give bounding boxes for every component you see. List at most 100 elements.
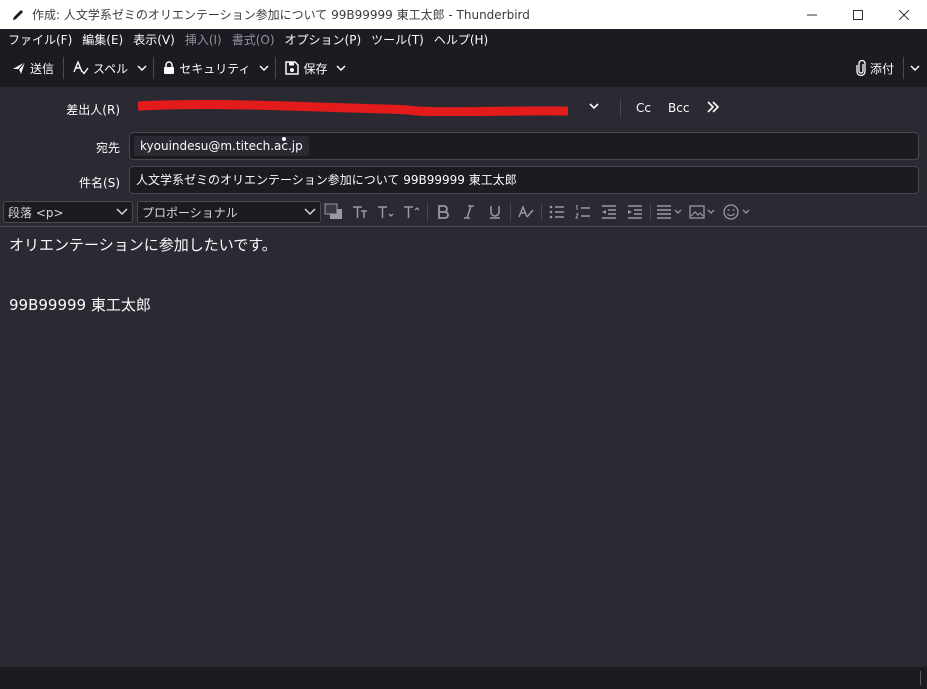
chevron-down-icon: [589, 103, 599, 110]
redaction-scribble: [135, 99, 571, 117]
toolbar-separator: [275, 57, 277, 79]
body-line: オリエンテーションに参加したいです。: [9, 236, 277, 254]
underline-button[interactable]: [482, 201, 508, 223]
font-larger-button[interactable]: [399, 201, 425, 223]
save-button[interactable]: 保存: [279, 54, 333, 82]
format-separator: [650, 203, 651, 221]
underline-icon: [490, 206, 500, 219]
bold-icon: [438, 205, 449, 219]
message-headers: 差出人(R) Cc Bcc 宛先 kyouindesu@m.titech.ac.…: [0, 88, 927, 198]
attach-dropdown[interactable]: [907, 54, 923, 82]
format-separator: [510, 203, 511, 221]
minimize-icon: [807, 14, 817, 15]
numbered-list-button[interactable]: [570, 201, 596, 223]
security-button[interactable]: セキュリティ: [157, 54, 256, 82]
subject-input[interactable]: 人文学系ゼミのオリエンテーション参加について 99B99999 東工太郎: [129, 166, 919, 194]
menu-file[interactable]: ファイル(F): [3, 31, 77, 48]
font-smaller-button[interactable]: [373, 201, 399, 223]
toolbar-right-group: 添付: [850, 49, 927, 87]
to-label: 宛先: [95, 141, 120, 155]
align-icon: [657, 205, 682, 219]
close-button[interactable]: [881, 0, 927, 29]
menu-format[interactable]: 書式(O): [227, 31, 280, 48]
attach-button[interactable]: 添付: [850, 54, 900, 82]
outdent-icon: [602, 205, 616, 219]
menu-help[interactable]: ヘルプ(H): [429, 31, 493, 48]
numbered-list-icon: [575, 205, 590, 219]
indent-button[interactable]: [622, 201, 648, 223]
save-icon: [285, 61, 300, 75]
window-title: 作成: 人文学系ゼミのオリエンテーション参加について 99B99999 東工太郎…: [32, 8, 530, 22]
save-dropdown[interactable]: [333, 54, 349, 82]
from-identity-select[interactable]: [135, 99, 571, 117]
font-larger-icon: [404, 206, 420, 218]
body-line: 99B99999 東工太郎: [9, 296, 151, 314]
alignment-button[interactable]: [653, 201, 687, 223]
security-dropdown[interactable]: [256, 54, 272, 82]
status-bar-divider: [920, 671, 921, 685]
to-field[interactable]: kyouindesu@m.titech.ac.jp: [129, 132, 919, 160]
format-toolbar: 段落 <p> プロポーショナル: [0, 198, 927, 226]
menu-options[interactable]: オプション(P): [280, 31, 367, 48]
font-value: プロポーショナル: [142, 205, 238, 220]
outdent-button[interactable]: [596, 201, 622, 223]
color-swatch-icon: [324, 203, 342, 219]
font-size-reset-button[interactable]: [347, 201, 373, 223]
text-color-button[interactable]: [321, 201, 347, 223]
status-bar: [0, 667, 927, 689]
compose-window: 作成: 人文学系ゼミのオリエンテーション参加について 99B99999 東工太郎…: [0, 0, 927, 689]
menu-insert[interactable]: 挿入(I): [180, 31, 227, 48]
recipient-indicator-dot: [282, 137, 286, 141]
window-controls: [789, 0, 927, 29]
send-label: 送信: [30, 61, 55, 76]
bold-button[interactable]: [430, 201, 456, 223]
security-label: セキュリティ: [179, 61, 251, 76]
spell-label: スペル: [93, 61, 129, 76]
from-label: 差出人(R): [66, 103, 120, 117]
double-chevron-right-icon: [707, 101, 720, 113]
maximize-icon: [853, 9, 863, 20]
chevron-down-icon: [304, 208, 316, 216]
menu-view[interactable]: 表示(V): [128, 31, 180, 48]
font-select[interactable]: プロポーショナル: [137, 201, 321, 223]
subject-label: 件名(S): [79, 176, 120, 190]
indent-icon: [628, 205, 642, 219]
menu-tools[interactable]: ツール(T): [366, 31, 429, 48]
maximize-button[interactable]: [835, 0, 881, 29]
chevron-down-icon: [910, 65, 920, 71]
spell-dropdown[interactable]: [134, 54, 150, 82]
pencil-icon: [10, 7, 26, 23]
toolbar-separator: [153, 57, 155, 79]
spellcheck-icon: [73, 61, 89, 75]
paragraph-format-value: 段落 <p>: [8, 205, 64, 220]
italic-button[interactable]: [456, 201, 482, 223]
minimize-button[interactable]: [789, 0, 835, 29]
chevron-down-icon: [336, 65, 347, 71]
menu-bar: ファイル(F) 編集(E) 表示(V) 挿入(I) 書式(O) オプション(P)…: [0, 29, 927, 49]
title-bar: 作成: 人文学系ゼミのオリエンテーション参加について 99B99999 東工太郎…: [0, 0, 927, 29]
smiley-icon: [723, 204, 750, 220]
text-style-button[interactable]: [513, 201, 539, 223]
format-separator: [541, 203, 542, 221]
insert-image-button[interactable]: [687, 201, 721, 223]
insert-emoji-button[interactable]: [721, 201, 755, 223]
cc-button[interactable]: Cc: [636, 101, 651, 115]
from-dropdown[interactable]: [588, 100, 600, 115]
bcc-button[interactable]: Bcc: [668, 101, 689, 115]
send-button[interactable]: 送信: [6, 54, 60, 82]
bulleted-list-button[interactable]: [544, 201, 570, 223]
format-separator: [427, 203, 428, 221]
italic-icon: [464, 205, 474, 219]
toolbar-separator: [63, 57, 65, 79]
lock-icon: [164, 61, 175, 74]
message-body-editor[interactable]: オリエンテーションに参加したいです。 99B99999 東工太郎: [0, 227, 927, 667]
spell-button[interactable]: スペル: [67, 54, 134, 82]
body-line: [9, 275, 918, 295]
header-separator: [620, 99, 621, 117]
image-icon: [689, 205, 715, 219]
paperclip-icon: [856, 60, 866, 76]
menu-edit[interactable]: 編集(E): [77, 31, 128, 48]
paragraph-format-select[interactable]: 段落 <p>: [3, 201, 133, 223]
more-recipients-button[interactable]: [706, 100, 720, 117]
attach-label: 添付: [869, 61, 894, 76]
